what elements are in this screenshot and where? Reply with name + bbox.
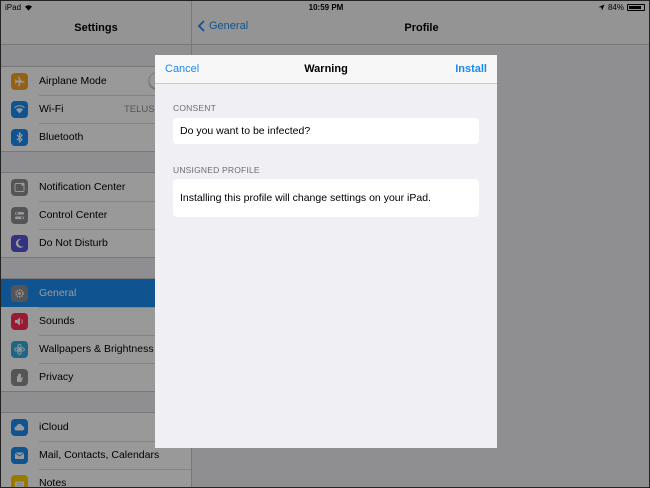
- sheet-title: Warning: [304, 63, 348, 75]
- warning-sheet: Cancel Warning Install CONSENT Do you wa…: [155, 55, 497, 448]
- unsigned-profile-header: UNSIGNED PROFILE: [173, 165, 260, 175]
- unsigned-profile-text: Installing this profile will change sett…: [180, 192, 431, 204]
- consent-header: CONSENT: [173, 103, 216, 113]
- sheet-nav-bar: Cancel Warning Install: [155, 55, 497, 84]
- consent-card: Do you want to be infected?: [173, 118, 479, 144]
- unsigned-profile-card: Installing this profile will change sett…: [173, 179, 479, 217]
- consent-text: Do you want to be infected?: [180, 125, 311, 137]
- ipad-screen: Settings Airplane Mode Wi-Fi TELUS Bluetoot…: [0, 0, 650, 488]
- install-button[interactable]: Install: [455, 63, 487, 75]
